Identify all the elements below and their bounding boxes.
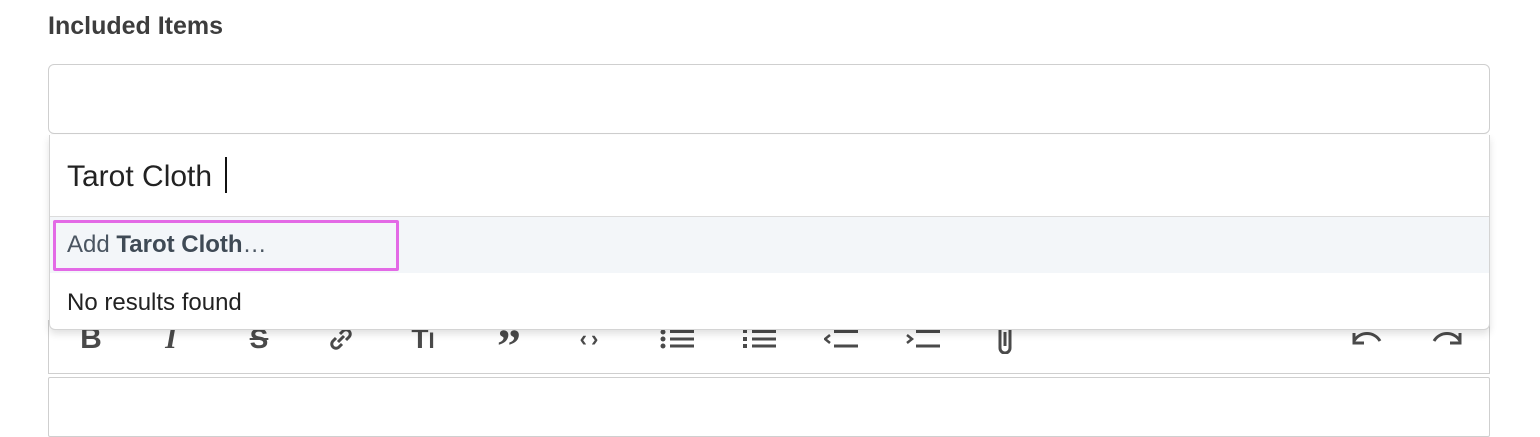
tag-search-input[interactable] [67, 155, 1447, 199]
text-caret [225, 157, 227, 193]
outdent-icon [824, 330, 858, 348]
add-option-suffix: … [242, 231, 267, 258]
tag-search-row [50, 135, 1489, 217]
add-option-label: Add Tarot Cloth… [67, 231, 267, 259]
included-items-label: Included Items [48, 12, 224, 40]
bullet-list-icon [660, 329, 694, 349]
included-items-tag-field[interactable] [48, 64, 1490, 134]
undo-icon [1352, 332, 1382, 345]
quote-icon: ” [497, 320, 521, 373]
add-new-tag-option[interactable]: Add Tarot Cloth… [50, 217, 1489, 273]
indent-icon [906, 330, 940, 348]
numbered-list-icon [743, 329, 776, 348]
add-option-prefix: Add [67, 231, 110, 258]
add-option-term: Tarot Cloth [116, 231, 243, 258]
description-editor[interactable] [48, 377, 1490, 437]
redo-icon [1432, 332, 1462, 345]
tag-search-dropdown: Add Tarot Cloth… No results found [49, 135, 1490, 330]
no-results-message: No results found [67, 289, 242, 316]
